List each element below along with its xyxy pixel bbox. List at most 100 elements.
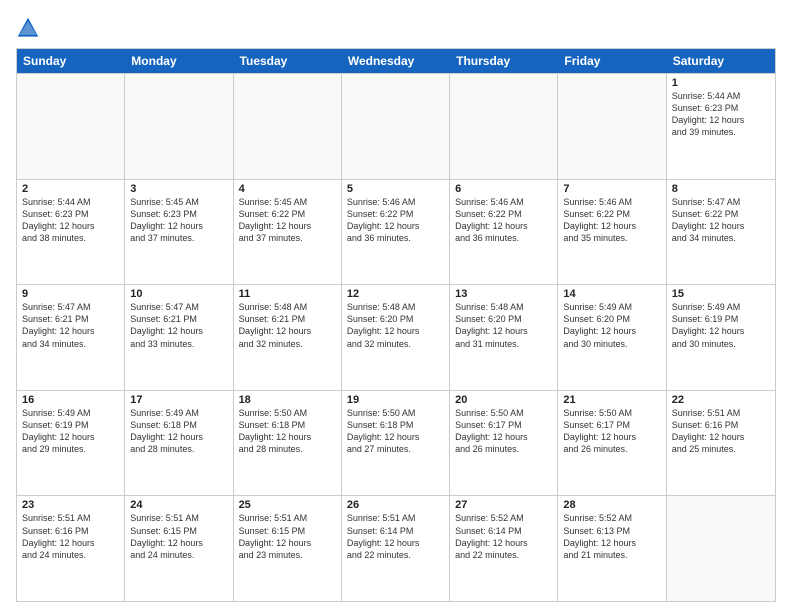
day-number: 4 (239, 183, 336, 195)
day-number: 9 (22, 288, 119, 300)
day-number: 11 (239, 288, 336, 300)
day-info: Sunrise: 5:50 AM Sunset: 6:18 PM Dayligh… (239, 407, 336, 456)
day-info: Sunrise: 5:51 AM Sunset: 6:15 PM Dayligh… (239, 512, 336, 561)
empty-cell (234, 74, 342, 179)
day-number: 2 (22, 183, 119, 195)
day-cell-23: 23Sunrise: 5:51 AM Sunset: 6:16 PM Dayli… (17, 496, 125, 601)
day-number: 10 (130, 288, 227, 300)
day-info: Sunrise: 5:48 AM Sunset: 6:20 PM Dayligh… (347, 301, 444, 350)
day-number: 3 (130, 183, 227, 195)
day-number: 15 (672, 288, 770, 300)
day-number: 1 (672, 77, 770, 89)
weekday-header-monday: Monday (125, 49, 233, 73)
day-info: Sunrise: 5:44 AM Sunset: 6:23 PM Dayligh… (672, 90, 770, 139)
weekday-header-tuesday: Tuesday (234, 49, 342, 73)
empty-cell (17, 74, 125, 179)
day-cell-5: 5Sunrise: 5:46 AM Sunset: 6:22 PM Daylig… (342, 180, 450, 285)
day-info: Sunrise: 5:48 AM Sunset: 6:21 PM Dayligh… (239, 301, 336, 350)
calendar-body: 1Sunrise: 5:44 AM Sunset: 6:23 PM Daylig… (17, 73, 775, 601)
day-info: Sunrise: 5:49 AM Sunset: 6:18 PM Dayligh… (130, 407, 227, 456)
day-info: Sunrise: 5:45 AM Sunset: 6:23 PM Dayligh… (130, 196, 227, 245)
page: SundayMondayTuesdayWednesdayThursdayFrid… (0, 0, 792, 612)
day-number: 19 (347, 394, 444, 406)
day-cell-12: 12Sunrise: 5:48 AM Sunset: 6:20 PM Dayli… (342, 285, 450, 390)
day-info: Sunrise: 5:51 AM Sunset: 6:15 PM Dayligh… (130, 512, 227, 561)
day-cell-25: 25Sunrise: 5:51 AM Sunset: 6:15 PM Dayli… (234, 496, 342, 601)
day-info: Sunrise: 5:50 AM Sunset: 6:18 PM Dayligh… (347, 407, 444, 456)
day-info: Sunrise: 5:48 AM Sunset: 6:20 PM Dayligh… (455, 301, 552, 350)
calendar-week-1: 1Sunrise: 5:44 AM Sunset: 6:23 PM Daylig… (17, 73, 775, 179)
weekday-header-thursday: Thursday (450, 49, 558, 73)
day-info: Sunrise: 5:46 AM Sunset: 6:22 PM Dayligh… (347, 196, 444, 245)
day-number: 25 (239, 499, 336, 511)
day-cell-18: 18Sunrise: 5:50 AM Sunset: 6:18 PM Dayli… (234, 391, 342, 496)
day-info: Sunrise: 5:49 AM Sunset: 6:19 PM Dayligh… (22, 407, 119, 456)
calendar: SundayMondayTuesdayWednesdayThursdayFrid… (16, 48, 776, 602)
calendar-week-2: 2Sunrise: 5:44 AM Sunset: 6:23 PM Daylig… (17, 179, 775, 285)
day-cell-9: 9Sunrise: 5:47 AM Sunset: 6:21 PM Daylig… (17, 285, 125, 390)
day-number: 23 (22, 499, 119, 511)
day-info: Sunrise: 5:49 AM Sunset: 6:19 PM Dayligh… (672, 301, 770, 350)
day-cell-20: 20Sunrise: 5:50 AM Sunset: 6:17 PM Dayli… (450, 391, 558, 496)
calendar-header: SundayMondayTuesdayWednesdayThursdayFrid… (17, 49, 775, 73)
day-info: Sunrise: 5:46 AM Sunset: 6:22 PM Dayligh… (563, 196, 660, 245)
weekday-header-wednesday: Wednesday (342, 49, 450, 73)
day-info: Sunrise: 5:44 AM Sunset: 6:23 PM Dayligh… (22, 196, 119, 245)
day-cell-22: 22Sunrise: 5:51 AM Sunset: 6:16 PM Dayli… (667, 391, 775, 496)
day-info: Sunrise: 5:49 AM Sunset: 6:20 PM Dayligh… (563, 301, 660, 350)
day-cell-17: 17Sunrise: 5:49 AM Sunset: 6:18 PM Dayli… (125, 391, 233, 496)
day-cell-3: 3Sunrise: 5:45 AM Sunset: 6:23 PM Daylig… (125, 180, 233, 285)
day-info: Sunrise: 5:52 AM Sunset: 6:14 PM Dayligh… (455, 512, 552, 561)
logo-icon (16, 16, 40, 40)
day-number: 16 (22, 394, 119, 406)
day-number: 21 (563, 394, 660, 406)
calendar-week-4: 16Sunrise: 5:49 AM Sunset: 6:19 PM Dayli… (17, 390, 775, 496)
day-number: 27 (455, 499, 552, 511)
day-info: Sunrise: 5:45 AM Sunset: 6:22 PM Dayligh… (239, 196, 336, 245)
weekday-header-friday: Friday (558, 49, 666, 73)
logo (16, 16, 44, 40)
day-cell-6: 6Sunrise: 5:46 AM Sunset: 6:22 PM Daylig… (450, 180, 558, 285)
day-cell-14: 14Sunrise: 5:49 AM Sunset: 6:20 PM Dayli… (558, 285, 666, 390)
day-cell-28: 28Sunrise: 5:52 AM Sunset: 6:13 PM Dayli… (558, 496, 666, 601)
day-number: 8 (672, 183, 770, 195)
empty-cell (558, 74, 666, 179)
day-info: Sunrise: 5:47 AM Sunset: 6:22 PM Dayligh… (672, 196, 770, 245)
day-cell-2: 2Sunrise: 5:44 AM Sunset: 6:23 PM Daylig… (17, 180, 125, 285)
day-number: 14 (563, 288, 660, 300)
day-cell-27: 27Sunrise: 5:52 AM Sunset: 6:14 PM Dayli… (450, 496, 558, 601)
day-cell-7: 7Sunrise: 5:46 AM Sunset: 6:22 PM Daylig… (558, 180, 666, 285)
day-info: Sunrise: 5:47 AM Sunset: 6:21 PM Dayligh… (130, 301, 227, 350)
empty-cell (450, 74, 558, 179)
empty-cell (342, 74, 450, 179)
day-cell-10: 10Sunrise: 5:47 AM Sunset: 6:21 PM Dayli… (125, 285, 233, 390)
day-info: Sunrise: 5:47 AM Sunset: 6:21 PM Dayligh… (22, 301, 119, 350)
empty-cell (667, 496, 775, 601)
day-cell-1: 1Sunrise: 5:44 AM Sunset: 6:23 PM Daylig… (667, 74, 775, 179)
day-cell-24: 24Sunrise: 5:51 AM Sunset: 6:15 PM Dayli… (125, 496, 233, 601)
empty-cell (125, 74, 233, 179)
weekday-header-sunday: Sunday (17, 49, 125, 73)
day-number: 7 (563, 183, 660, 195)
day-number: 20 (455, 394, 552, 406)
day-number: 26 (347, 499, 444, 511)
day-cell-8: 8Sunrise: 5:47 AM Sunset: 6:22 PM Daylig… (667, 180, 775, 285)
day-number: 13 (455, 288, 552, 300)
day-cell-21: 21Sunrise: 5:50 AM Sunset: 6:17 PM Dayli… (558, 391, 666, 496)
day-cell-15: 15Sunrise: 5:49 AM Sunset: 6:19 PM Dayli… (667, 285, 775, 390)
day-cell-26: 26Sunrise: 5:51 AM Sunset: 6:14 PM Dayli… (342, 496, 450, 601)
day-cell-13: 13Sunrise: 5:48 AM Sunset: 6:20 PM Dayli… (450, 285, 558, 390)
day-number: 18 (239, 394, 336, 406)
day-number: 12 (347, 288, 444, 300)
day-number: 24 (130, 499, 227, 511)
day-number: 6 (455, 183, 552, 195)
calendar-week-3: 9Sunrise: 5:47 AM Sunset: 6:21 PM Daylig… (17, 284, 775, 390)
day-cell-11: 11Sunrise: 5:48 AM Sunset: 6:21 PM Dayli… (234, 285, 342, 390)
weekday-header-saturday: Saturday (667, 49, 775, 73)
day-info: Sunrise: 5:52 AM Sunset: 6:13 PM Dayligh… (563, 512, 660, 561)
day-number: 28 (563, 499, 660, 511)
day-cell-4: 4Sunrise: 5:45 AM Sunset: 6:22 PM Daylig… (234, 180, 342, 285)
day-number: 5 (347, 183, 444, 195)
day-number: 22 (672, 394, 770, 406)
day-cell-16: 16Sunrise: 5:49 AM Sunset: 6:19 PM Dayli… (17, 391, 125, 496)
